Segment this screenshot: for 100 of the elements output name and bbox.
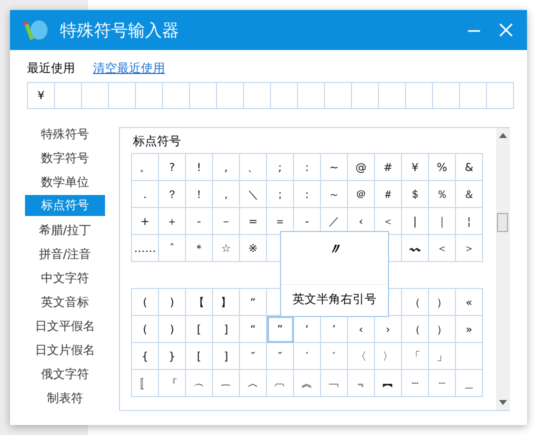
symbol-cell[interactable]: & bbox=[456, 154, 483, 181]
category-item[interactable]: 英文音标 bbox=[25, 290, 105, 314]
symbol-cell[interactable]: ¥ bbox=[28, 83, 55, 109]
scrollbar[interactable] bbox=[496, 128, 510, 410]
symbol-cell[interactable]: ＃ bbox=[375, 181, 402, 208]
symbol-cell[interactable]: % bbox=[429, 154, 456, 181]
symbol-cell[interactable]: ！ bbox=[186, 181, 213, 208]
symbol-cell[interactable]: 〰 bbox=[402, 235, 429, 262]
symbol-cell[interactable]: ︽ bbox=[294, 370, 321, 397]
symbol-cell[interactable]: ︷ bbox=[213, 370, 240, 397]
symbol-cell[interactable]: ～ bbox=[321, 181, 348, 208]
symbol-cell[interactable]: 】 bbox=[213, 289, 240, 316]
symbol-cell[interactable]: ″ bbox=[267, 343, 294, 370]
symbol-cell[interactable]: = bbox=[240, 208, 267, 235]
symbol-cell[interactable]: 。 bbox=[132, 154, 159, 181]
symbol-cell[interactable]: } bbox=[159, 343, 186, 370]
symbol-cell[interactable]: …… bbox=[132, 235, 159, 262]
symbol-cell[interactable]: ˆ bbox=[159, 235, 186, 262]
symbol-cell[interactable]: ′ bbox=[321, 343, 348, 370]
symbol-cell[interactable]: ? bbox=[159, 154, 186, 181]
category-item[interactable]: 日文平假名 bbox=[25, 314, 105, 338]
symbol-cell[interactable]: { bbox=[132, 343, 159, 370]
symbol-cell[interactable]: ¥ bbox=[402, 154, 429, 181]
symbol-cell[interactable]: # bbox=[375, 154, 402, 181]
clear-recent-link[interactable]: 清空最近使用 bbox=[93, 60, 165, 76]
symbol-cell[interactable]: ％ bbox=[429, 181, 456, 208]
symbol-cell[interactable]: ． bbox=[132, 181, 159, 208]
symbol-cell[interactable]: ) bbox=[159, 289, 186, 316]
symbol-cell[interactable]: @ bbox=[348, 154, 375, 181]
symbol-cell[interactable]: - bbox=[186, 208, 213, 235]
scroll-down-icon[interactable] bbox=[499, 400, 507, 405]
symbol-cell[interactable]: ︿ bbox=[240, 370, 267, 397]
symbol-cell[interactable]: | bbox=[402, 208, 429, 235]
symbol-cell[interactable]: » bbox=[456, 316, 483, 343]
symbol-cell[interactable]: ( bbox=[132, 316, 159, 343]
symbol-cell[interactable]: 【 bbox=[186, 289, 213, 316]
symbol-cell[interactable]: ~ bbox=[321, 154, 348, 181]
category-item[interactable]: 制表符 bbox=[25, 386, 105, 410]
symbol-cell[interactable]: “ bbox=[240, 289, 267, 316]
category-item[interactable]: 中文字符 bbox=[25, 266, 105, 290]
symbol-cell[interactable]: , bbox=[213, 154, 240, 181]
symbol-cell[interactable]: ﹃ bbox=[348, 370, 375, 397]
symbol-cell[interactable]: 〈 bbox=[348, 343, 375, 370]
category-item[interactable]: 标点符号 bbox=[25, 195, 105, 216]
symbol-cell[interactable]: ， bbox=[213, 181, 240, 208]
scroll-up-icon[interactable] bbox=[499, 133, 507, 138]
symbol-cell[interactable]: “ bbox=[240, 316, 267, 343]
symbol-cell[interactable]: ☆ bbox=[213, 235, 240, 262]
symbol-cell[interactable]: ︻ bbox=[375, 370, 402, 397]
symbol-cell[interactable]: （ bbox=[402, 289, 429, 316]
symbol-cell[interactable]: ︹ bbox=[267, 370, 294, 397]
symbol-cell[interactable]: ： bbox=[294, 181, 321, 208]
symbol-cell[interactable]: ＼ bbox=[240, 181, 267, 208]
symbol-cell[interactable]: ＊ bbox=[186, 235, 213, 262]
symbol-cell[interactable]: ； bbox=[267, 181, 294, 208]
symbol-cell[interactable]: ] bbox=[213, 316, 240, 343]
symbol-cell[interactable]: ＞ bbox=[456, 235, 483, 262]
symbol-cell[interactable]: ( bbox=[132, 289, 159, 316]
symbol-cell[interactable]: ) bbox=[159, 316, 186, 343]
symbol-cell[interactable]: ｜ bbox=[429, 208, 456, 235]
symbol-cell[interactable]: ＆ bbox=[456, 181, 483, 208]
symbol-cell[interactable]: 」 bbox=[429, 343, 456, 370]
category-item[interactable]: 希腊/拉丁 bbox=[25, 218, 105, 242]
symbol-cell[interactable]: ′ bbox=[294, 343, 321, 370]
symbol-cell[interactable]: ＿ bbox=[456, 370, 483, 397]
symbol-cell[interactable]: ︵ bbox=[186, 370, 213, 397]
symbol-cell[interactable]: ＋ bbox=[159, 208, 186, 235]
symbol-cell[interactable]: ! bbox=[186, 154, 213, 181]
symbol-cell[interactable]: [ bbox=[186, 316, 213, 343]
category-item[interactable]: 日文片假名 bbox=[25, 338, 105, 362]
symbol-cell[interactable]: ; bbox=[267, 154, 294, 181]
symbol-cell[interactable]: 〉 bbox=[375, 343, 402, 370]
symbol-cell[interactable]: [ bbox=[186, 343, 213, 370]
symbol-cell[interactable]: ＠ bbox=[348, 181, 375, 208]
symbol-cell[interactable]: ＜ bbox=[429, 235, 456, 262]
symbol-cell[interactable]: － bbox=[213, 208, 240, 235]
symbol-cell[interactable]: ┄ bbox=[402, 370, 429, 397]
category-item[interactable]: 拼音/注音 bbox=[25, 242, 105, 266]
category-item[interactable]: 数学单位 bbox=[25, 170, 105, 194]
symbol-cell[interactable]: ） bbox=[429, 316, 456, 343]
symbol-cell[interactable]: ] bbox=[213, 343, 240, 370]
symbol-cell[interactable]: ¦ bbox=[456, 208, 483, 235]
symbol-cell[interactable]: （ bbox=[402, 316, 429, 343]
category-item[interactable]: 俄文字符 bbox=[25, 362, 105, 386]
symbol-cell[interactable]: 「 bbox=[402, 343, 429, 370]
symbol-cell[interactable]: ﹁ bbox=[321, 370, 348, 397]
symbol-cell[interactable]: ※ bbox=[240, 235, 267, 262]
symbol-cell[interactable]: ” bbox=[267, 316, 294, 343]
symbol-cell[interactable]: ┈ bbox=[429, 370, 456, 397]
symbol-cell[interactable]: 『 bbox=[159, 370, 186, 397]
symbol-cell[interactable]: ） bbox=[429, 289, 456, 316]
symbol-cell[interactable]: ″ bbox=[240, 343, 267, 370]
symbol-cell[interactable]: ＄ bbox=[402, 181, 429, 208]
symbol-cell[interactable]: 、 bbox=[240, 154, 267, 181]
symbol-cell[interactable]: « bbox=[456, 289, 483, 316]
symbol-cell[interactable]: + bbox=[132, 208, 159, 235]
symbol-cell[interactable]: : bbox=[294, 154, 321, 181]
symbol-cell[interactable]: ？ bbox=[159, 181, 186, 208]
category-item[interactable]: 数字符号 bbox=[25, 146, 105, 170]
symbol-cell[interactable]: 〚 bbox=[132, 370, 159, 397]
